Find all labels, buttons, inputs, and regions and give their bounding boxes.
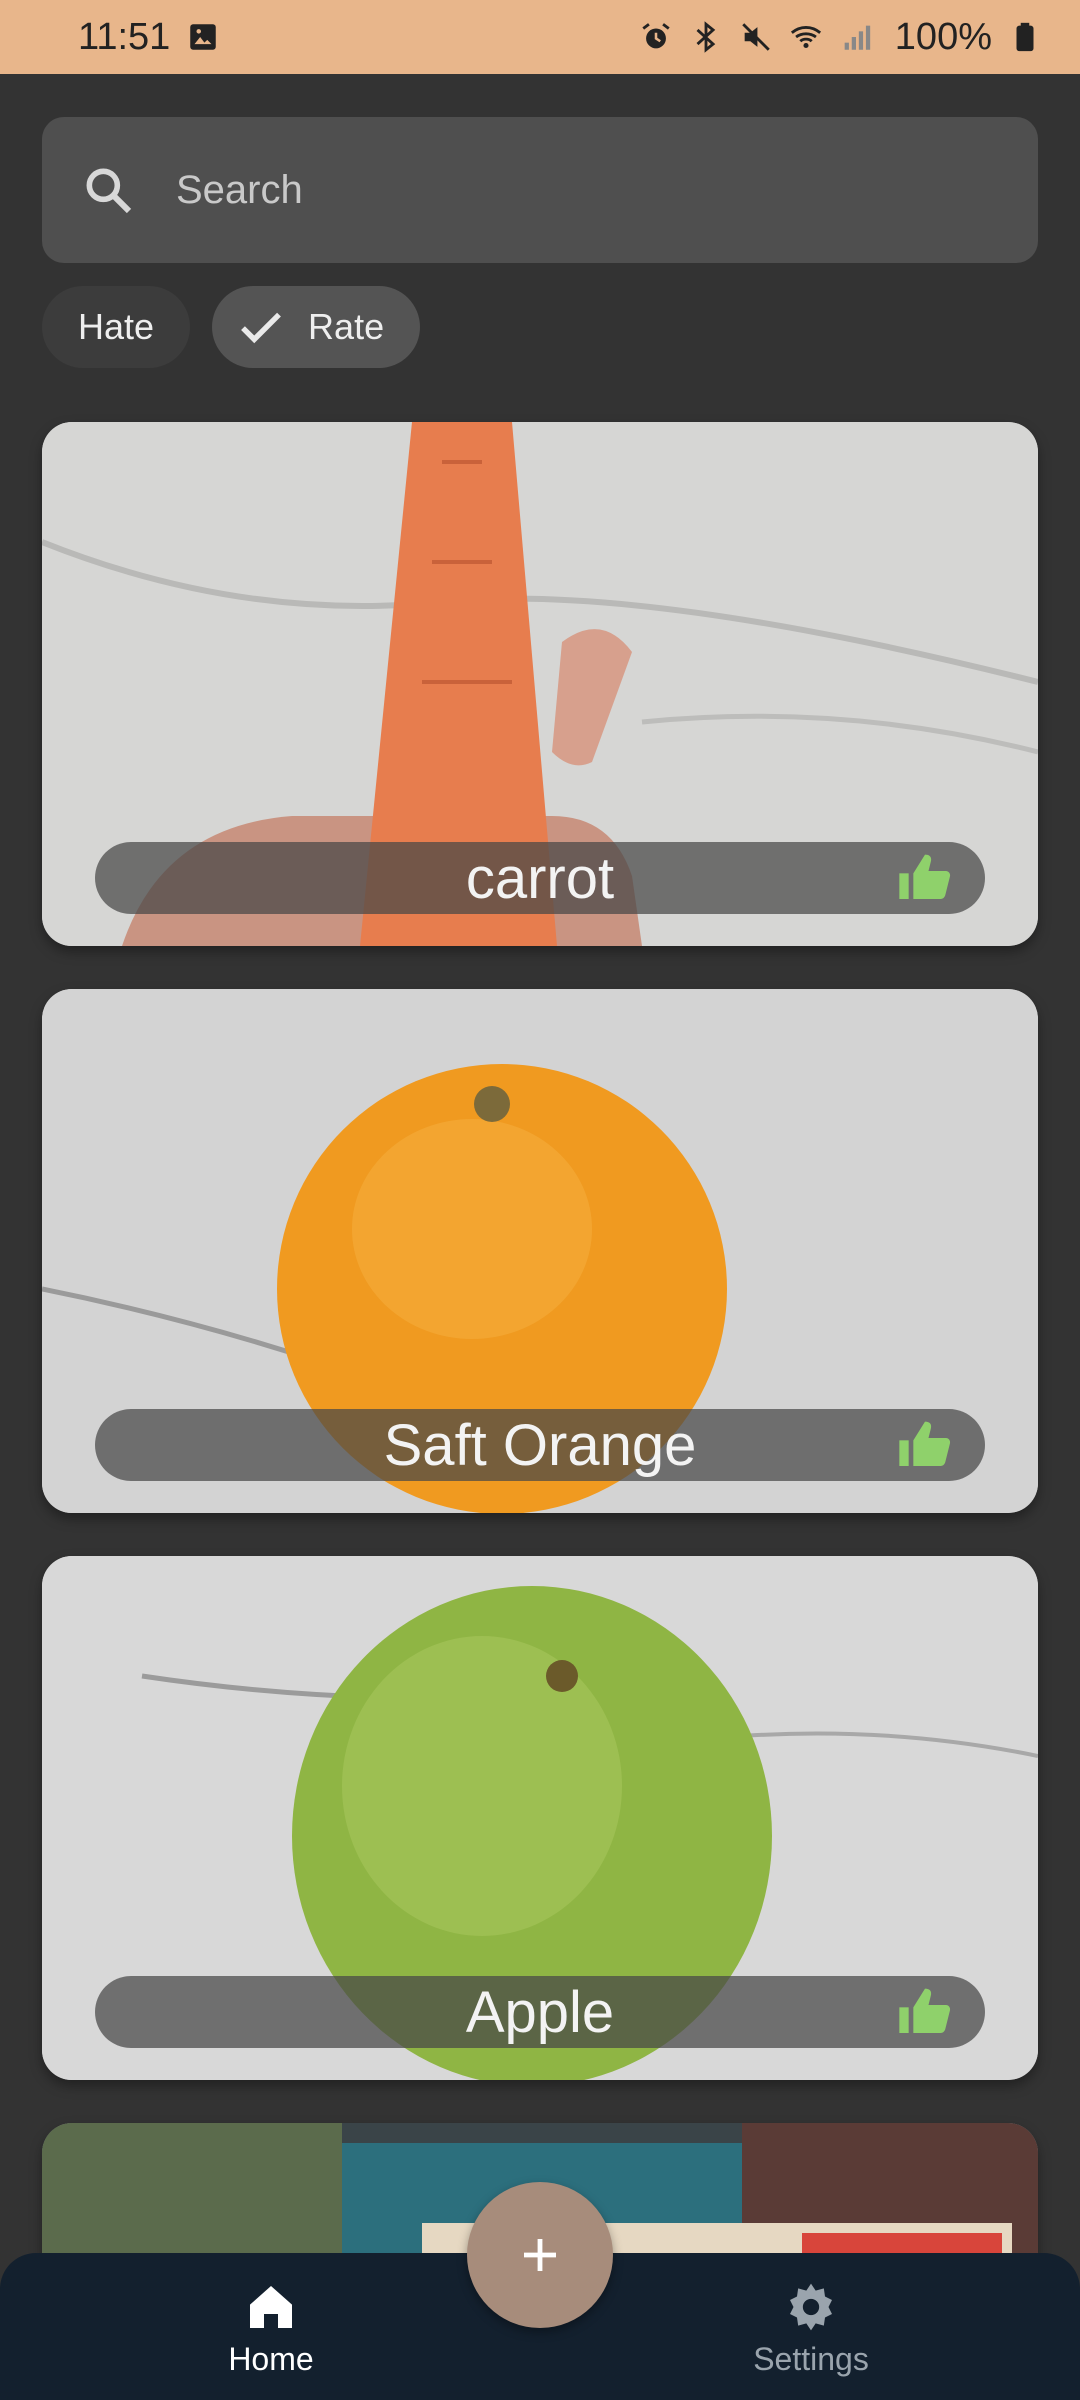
wifi-icon: [790, 26, 821, 49]
plus-icon: [524, 2239, 556, 2271]
item-card-carrot[interactable]: carrot: [42, 422, 1038, 946]
filter-chip-label: Hate: [78, 306, 155, 347]
search-bar[interactable]: [42, 117, 1038, 263]
thumb-up-icon[interactable]: [895, 1417, 955, 1473]
battery-percent: 100%: [894, 15, 992, 58]
thumb-up-icon[interactable]: [895, 850, 955, 906]
gear-icon: [790, 2283, 832, 2331]
filter-chip-rate[interactable]: Rate: [212, 286, 421, 368]
thumb-up-icon[interactable]: [895, 1984, 955, 2040]
search-icon: [86, 168, 132, 214]
add-item-button[interactable]: [467, 2182, 613, 2328]
alarm-icon: [642, 23, 670, 49]
item-name: Saft Orange: [383, 1412, 697, 1478]
item-label-bar: Apple: [95, 1976, 985, 2048]
mute-icon: [742, 23, 770, 51]
status-bar: 11:51 100%: [0, 0, 1080, 74]
item-name: Apple: [465, 1979, 615, 2045]
home-icon: [250, 2286, 292, 2328]
item-card-saft-orange[interactable]: Saft Orange: [42, 989, 1038, 1513]
status-time: 11:51: [78, 15, 171, 58]
filter-chip-hate[interactable]: Hate: [42, 286, 191, 368]
nav-settings[interactable]: Settings: [711, 2279, 911, 2378]
nav-home[interactable]: Home: [171, 2279, 371, 2378]
check-icon: [241, 312, 281, 344]
nav-settings-label: Settings: [753, 2341, 869, 2377]
item-label-bar: carrot: [95, 842, 985, 914]
nav-home-label: Home: [228, 2341, 314, 2377]
item-label-bar: Saft Orange: [95, 1409, 985, 1481]
gallery-notification-icon: [190, 24, 217, 50]
battery-icon: [1016, 22, 1034, 52]
signal-icon: [844, 25, 870, 50]
filter-chip-label: Rate: [308, 306, 385, 347]
item-name: carrot: [465, 845, 615, 911]
bluetooth-icon: [696, 21, 716, 53]
filter-chips: Hate Rate: [42, 286, 421, 368]
search-input[interactable]: [176, 167, 976, 213]
item-card-apple[interactable]: Apple: [42, 1556, 1038, 2080]
